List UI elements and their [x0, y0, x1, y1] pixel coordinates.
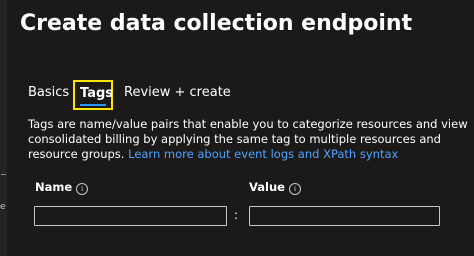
info-icon[interactable]: i	[76, 183, 89, 195]
tag-value-input[interactable]	[250, 209, 439, 228]
strip-marker-icon: e	[0, 202, 6, 212]
value-header-label: Value	[249, 180, 285, 194]
tags-description: Tags are name/value pairs that enable yo…	[28, 117, 468, 162]
page: e Create data collection endpoint Basics…	[0, 0, 474, 256]
tag-value-field[interactable]	[249, 206, 440, 228]
info-icon[interactable]: i	[288, 183, 301, 195]
left-edge-strip: e	[0, 0, 7, 256]
strip-divider	[1, 174, 6, 175]
tag-name-field[interactable]	[34, 206, 227, 228]
value-column-header: Value i	[249, 180, 301, 195]
tab-review-create[interactable]: Review + create	[124, 82, 231, 104]
name-column-header: Name i	[35, 180, 89, 195]
tag-name-input[interactable]	[35, 209, 226, 228]
name-value-separator: :	[234, 208, 239, 222]
tab-selected-indicator	[80, 104, 106, 106]
tab-tags[interactable]: Tags	[73, 80, 113, 110]
tab-basics[interactable]: Basics	[28, 82, 69, 104]
learn-more-link[interactable]: Learn more about event logs and XPath sy…	[128, 147, 398, 161]
page-title: Create data collection endpoint	[20, 11, 413, 36]
tab-tags-label: Tags	[80, 86, 114, 101]
name-header-label: Name	[35, 180, 73, 194]
